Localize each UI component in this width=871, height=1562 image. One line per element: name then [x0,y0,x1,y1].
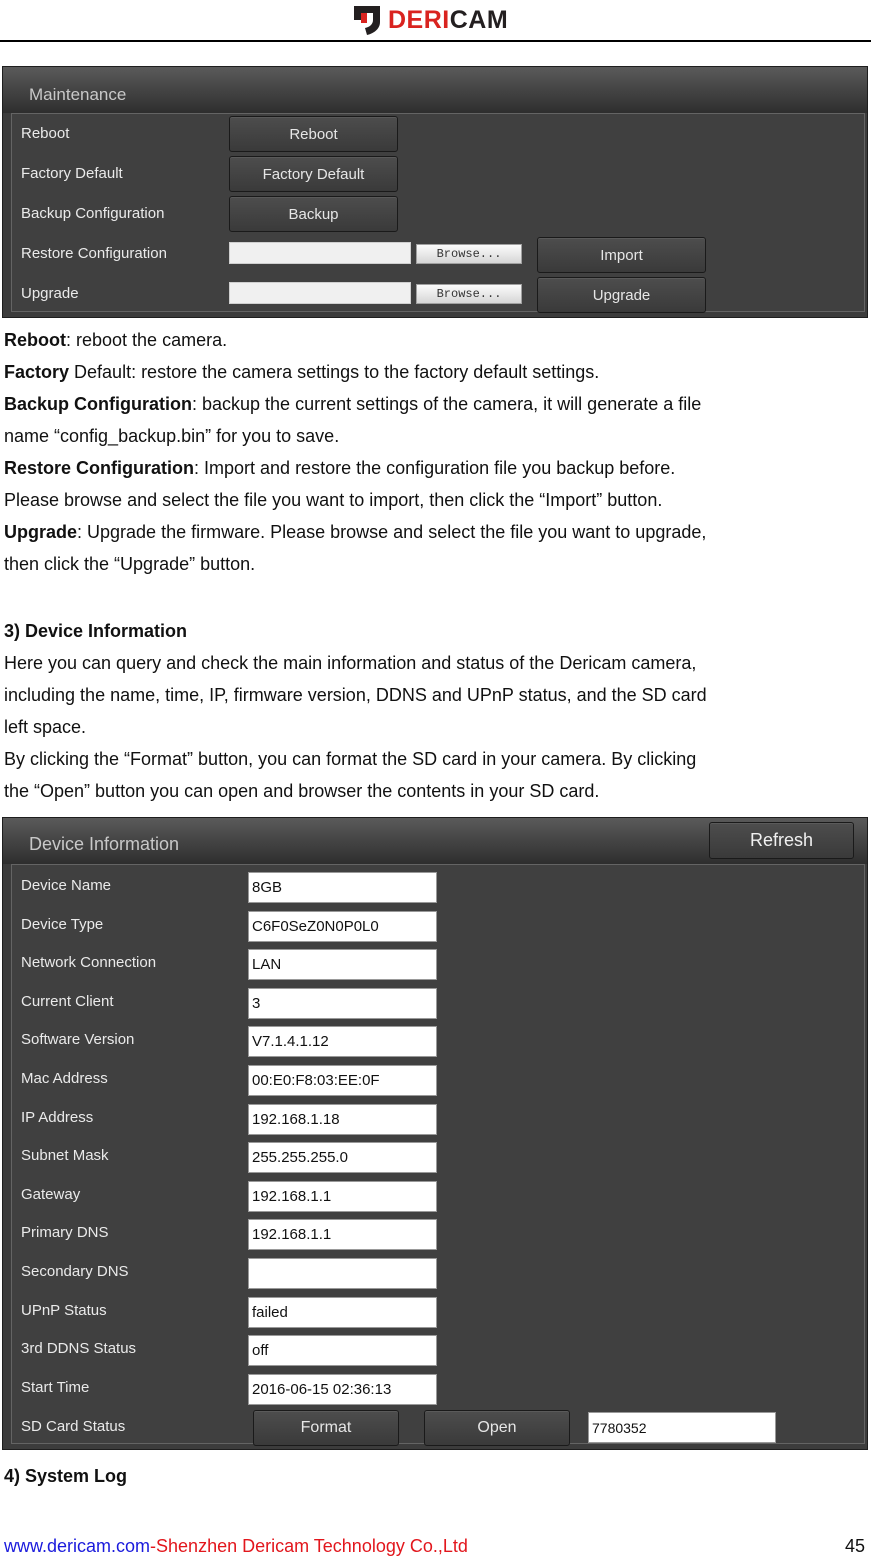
paragraph-line: left space. [4,717,87,737]
section-heading: 3) Device Information [4,615,707,647]
backup-button[interactable]: Backup [229,196,398,232]
device-info-panel: Device Information Refresh Device Name 8G… [2,817,868,1450]
secondary-dns-label: Secondary DNS [21,1263,129,1280]
ip-address-field[interactable]: 192.168.1.18 [248,1104,437,1135]
device-info-panel-body: Device Name 8GB Device Type C6F0SeZ0N0P0L0… [11,864,865,1446]
mac-address-field[interactable]: 00:E0:F8:03:EE:0F [248,1065,437,1096]
desc-term: Factory [4,362,70,382]
maintenance-panel-header: Maintenance [3,67,867,113]
desc-text: name “config_backup.bin” for you to save… [4,426,340,446]
footer-company: -Shenzhen Dericam Technology Co.,Ltd [150,1536,468,1556]
open-button[interactable]: Open [424,1410,570,1446]
factory-default-label: Factory Default [21,165,123,182]
upgrade-file-input[interactable] [229,282,411,304]
desc-term: Reboot [4,330,66,350]
reboot-label: Reboot [21,125,70,142]
primary-dns-field[interactable]: 192.168.1.1 [248,1219,437,1250]
software-version-label: Software Version [21,1031,135,1048]
desc-line: name “config_backup.bin” for you to save… [4,420,706,452]
section-heading: 4) System Log [4,1460,127,1492]
ddns-status-field[interactable]: off [248,1335,437,1366]
desc-line: Factory Default: restore the camera sett… [4,356,706,388]
desc-term: Upgrade [4,522,78,542]
network-connection-field[interactable]: LAN [248,949,437,980]
restore-configuration-label: Restore Configuration [21,245,167,262]
desc-term: Restore Configuration [4,458,195,478]
maintenance-panel-body: Reboot Reboot Factory Default Factory De… [11,113,865,313]
sd-card-status-label: SD Card Status [21,1418,126,1435]
device-type-field[interactable]: C6F0SeZ0N0P0L0 [248,911,437,942]
page-footer: www.dericam.com-Shenzhen Dericam Technol… [4,1536,468,1557]
mac-address-label: Mac Address [21,1070,108,1087]
refresh-button[interactable]: Refresh [709,822,854,859]
network-connection-label: Network Connection [21,954,157,971]
desc-text: : Upgrade the firmware. Please browse an… [77,522,707,542]
desc-line: Reboot: reboot the camera. [4,324,706,356]
desc-text: : reboot the camera. [66,330,228,350]
gateway-label: Gateway [21,1186,81,1203]
logo-text: DERICAM [388,4,508,36]
restore-browse-button[interactable]: Browse... [416,244,522,264]
logo-text-dark: CAM [449,6,509,34]
reboot-button[interactable]: Reboot [229,116,398,152]
upnp-status-field[interactable]: failed [248,1297,437,1328]
ddns-status-label: 3rd DDNS Status [21,1340,137,1357]
backup-configuration-label: Backup Configuration [21,205,165,222]
desc-line: then click the “Upgrade” button. [4,548,706,580]
desc-text: Please browse and select the file you wa… [4,490,663,510]
current-client-field[interactable]: 3 [248,988,437,1019]
restore-file-input[interactable] [229,242,411,264]
paragraph-line: the “Open” button you can open and brows… [4,781,600,801]
start-time-label: Start Time [21,1379,90,1396]
upgrade-label: Upgrade [21,285,79,302]
ip-address-label: IP Address [21,1109,94,1126]
upgrade-browse-button[interactable]: Browse... [416,284,522,304]
system-log-heading-block: 4) System Log [4,1460,127,1492]
upnp-status-label: UPnP Status [21,1302,107,1319]
primary-dns-label: Primary DNS [21,1224,109,1241]
sd-card-space-field[interactable]: 7780352 [588,1412,776,1443]
dericam-shield-icon [354,6,380,35]
current-client-label: Current Client [21,993,114,1010]
logo-text-red: DERI [388,6,450,34]
system-log-heading: 4) System Log [4,1466,128,1486]
section-heading-text: 3) Device Information [4,621,188,641]
device-name-label: Device Name [21,877,112,894]
device-info-panel-title: Device Information [29,834,180,854]
desc-line: Upgrade: Upgrade the firmware. Please br… [4,516,706,548]
maintenance-description: Reboot: reboot the camera. Factory Defau… [4,324,706,580]
dericam-logo: DERICAM [352,4,508,36]
footer-url[interactable]: www.dericam.com [4,1536,150,1556]
device-info-description: 3) Device Information Here you can query… [4,615,707,807]
device-name-field[interactable]: 8GB [248,872,437,903]
start-time-field[interactable]: 2016-06-15 02:36:13 [248,1374,437,1405]
import-button[interactable]: Import [537,237,706,273]
desc-text: : backup the current settings of the cam… [192,394,702,414]
paragraph-line: By clicking the “Format” button, you can… [4,749,697,769]
subnet-mask-label: Subnet Mask [21,1147,109,1164]
desc-term: Backup Configuration [4,394,192,414]
secondary-dns-field[interactable] [248,1258,437,1289]
maintenance-panel-title: Maintenance [29,85,127,104]
desc-line: Restore Configuration: Import and restor… [4,452,706,484]
gateway-field[interactable]: 192.168.1.1 [248,1181,437,1212]
paragraph-line: Here you can query and check the main in… [4,653,697,673]
maintenance-panel: Maintenance Reboot Reboot Factory Defaul… [2,66,868,318]
desc-line: Backup Configuration: backup the current… [4,388,706,420]
factory-default-button[interactable]: Factory Default [229,156,398,192]
desc-text: Default: restore the camera settings to … [69,362,600,382]
format-button[interactable]: Format [253,1410,399,1446]
desc-line: Please browse and select the file you wa… [4,484,706,516]
upgrade-button[interactable]: Upgrade [537,277,706,313]
page-header: DERICAM [0,0,871,42]
page-number: 45 [844,1536,865,1556]
device-info-panel-header: Device Information Refresh [3,818,867,864]
desc-text: : Import and restore the configuration f… [194,458,676,478]
subnet-mask-field[interactable]: 255.255.255.0 [248,1142,437,1173]
software-version-field[interactable]: V7.1.4.1.12 [248,1026,437,1057]
device-type-label: Device Type [21,916,104,933]
desc-text: then click the “Upgrade” button. [4,554,256,574]
paragraph-line: including the name, time, IP, firmware v… [4,685,707,705]
